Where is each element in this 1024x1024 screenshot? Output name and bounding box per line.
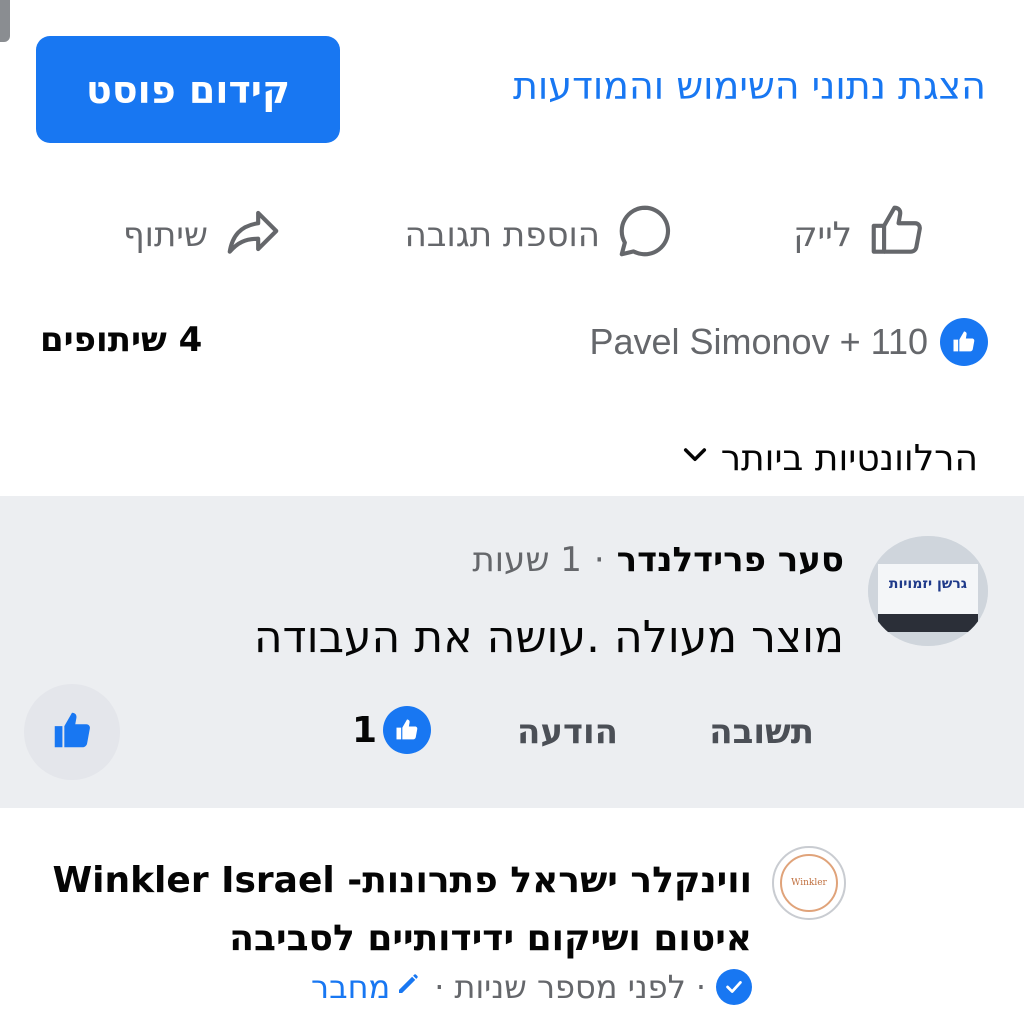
scroll-indicator	[0, 0, 10, 42]
comment-text: מוצר מעולה .עושה את העבודה	[253, 612, 844, 663]
like-button[interactable]: לייק	[793, 200, 928, 270]
thumbs-up-icon	[49, 707, 95, 757]
separator-dot: ·	[593, 540, 605, 580]
like-reaction-icon	[940, 318, 988, 366]
pencil-icon	[394, 968, 424, 1006]
comment-like-button[interactable]	[24, 684, 120, 780]
reply-button[interactable]: תשובה	[709, 712, 814, 752]
like-label: לייק	[793, 215, 852, 255]
like-icon	[866, 200, 928, 271]
comment-header: סער פרידלנדר · 1 שעות	[472, 540, 844, 580]
comment-label: הוספת תגובה	[404, 215, 600, 255]
reply-meta: · לפני מספר שניות · מחבר	[311, 968, 752, 1006]
verified-badge-icon	[716, 969, 752, 1005]
comment-sort-dropdown[interactable]: הרלוונטיות ביותר	[679, 438, 978, 479]
separator-dot: ·	[434, 968, 445, 1006]
avatar-text: גרשן יזמויות	[889, 576, 967, 592]
author-badge-label: מחבר	[311, 968, 391, 1006]
sort-label: הרלוונטיות ביותר	[720, 438, 978, 479]
reactions-text: Pavel Simonov + 110	[589, 321, 928, 362]
comment-timestamp[interactable]: 1 שעות	[472, 540, 581, 580]
reactions-summary[interactable]: Pavel Simonov + 110	[589, 318, 988, 366]
page-author-name[interactable]: ווינקלר ישראל פתרונות- Winkler Israel אי…	[52, 852, 752, 968]
shares-count[interactable]: 4 שיתופים	[40, 320, 202, 360]
comment-author-name[interactable]: סער פרידלנדר	[617, 540, 844, 580]
avatar[interactable]: גרשן יזמויות	[868, 536, 988, 646]
reply-timestamp[interactable]: לפני מספר שניות	[454, 968, 685, 1006]
comment-icon	[614, 200, 676, 271]
page-logo: Winkler	[780, 854, 838, 912]
comment-reaction-count[interactable]: 1	[352, 706, 432, 754]
share-label: שיתוף	[122, 215, 208, 255]
view-insights-link[interactable]: הצגת נתוני השימוש והמודעות	[513, 64, 986, 108]
share-icon	[222, 200, 284, 271]
separator-dot: ·	[695, 968, 706, 1006]
comment-like-count-text: 1	[352, 709, 378, 751]
promote-post-button[interactable]: קידום פוסט	[36, 36, 340, 143]
author-badge: מחבר	[311, 968, 424, 1006]
share-button[interactable]: שיתוף	[123, 200, 284, 270]
message-button[interactable]: הודעה	[517, 712, 618, 752]
chevron-down-icon	[679, 438, 711, 479]
page-avatar[interactable]: Winkler	[772, 846, 846, 920]
comment-button[interactable]: הוספת תגובה	[405, 200, 676, 270]
like-reaction-icon	[383, 706, 432, 754]
